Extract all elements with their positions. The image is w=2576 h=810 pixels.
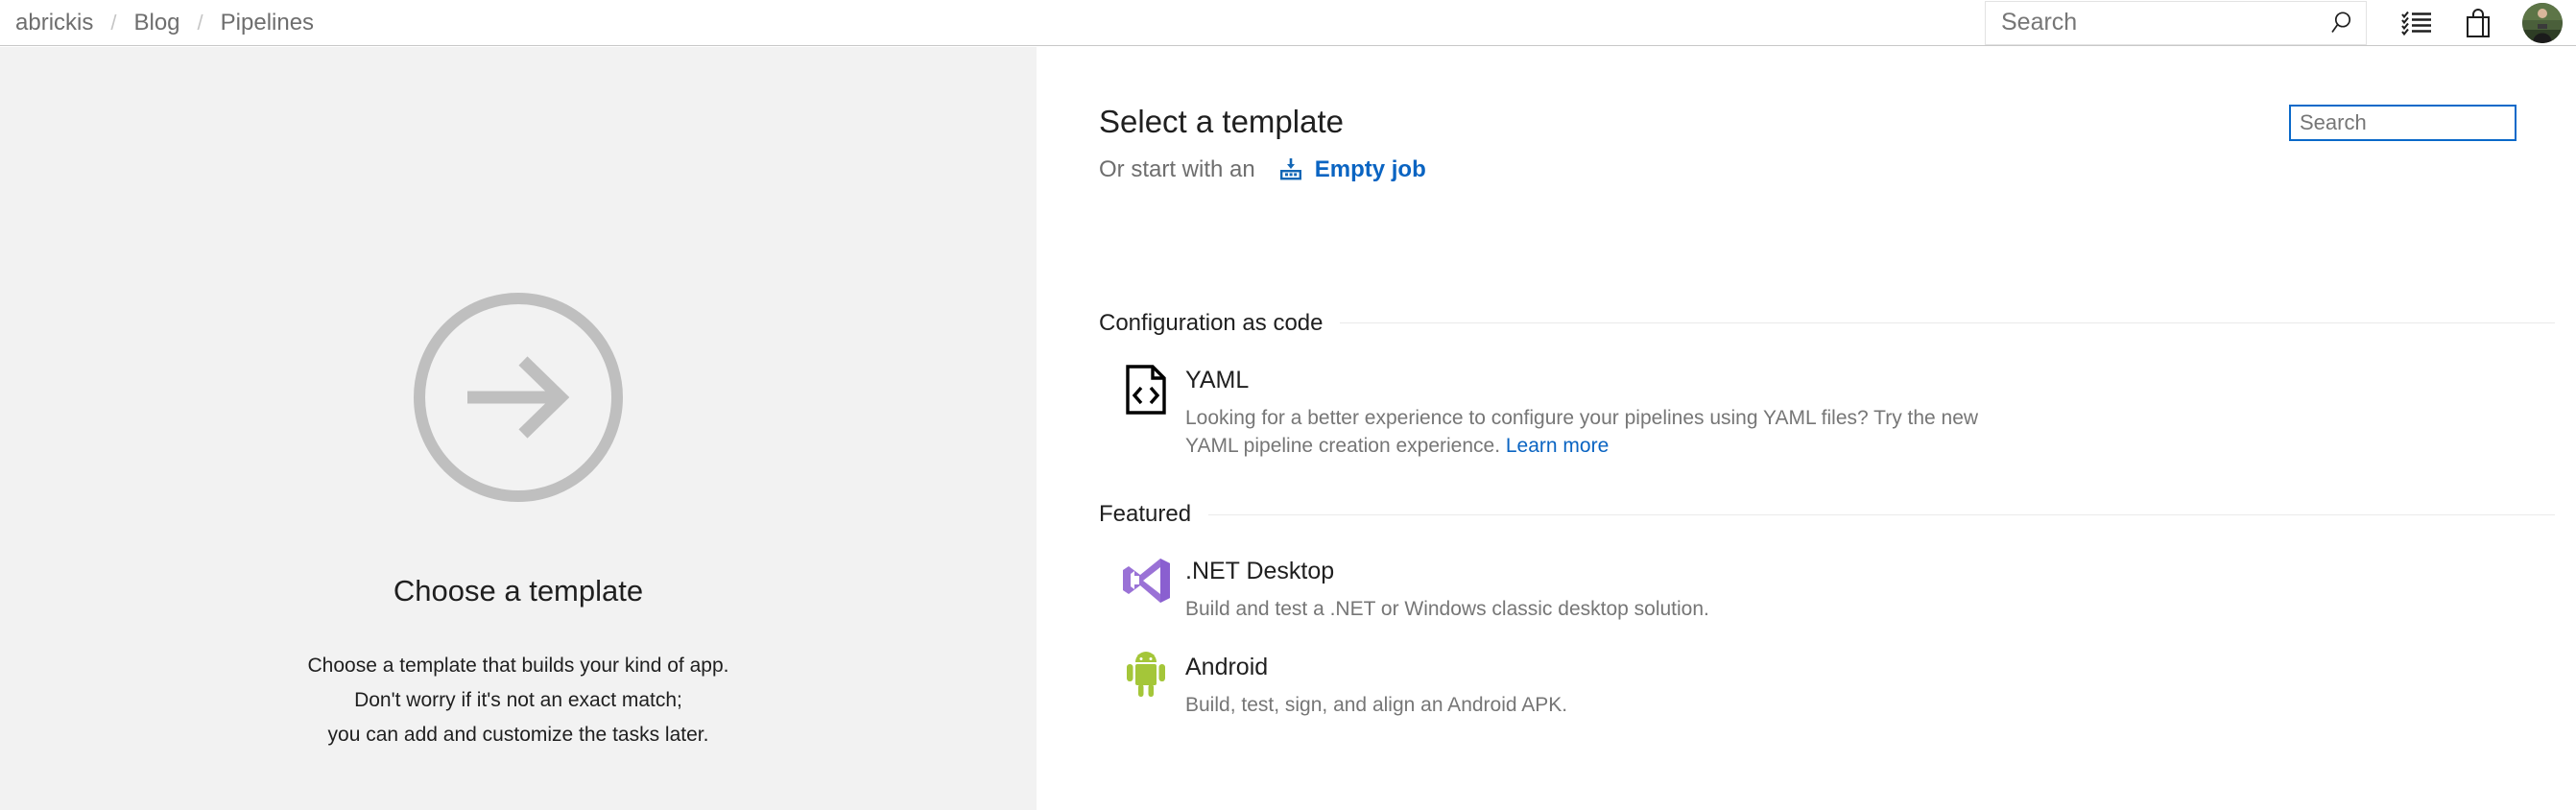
shopping-bag-icon[interactable]: [2451, 0, 2505, 46]
section-divider: [1208, 513, 2555, 515]
template-picker-panel: Select a template Or start with an Empty…: [1038, 47, 2576, 810]
section-label: Configuration as code: [1099, 309, 1324, 336]
template-search-input[interactable]: [2291, 107, 2515, 139]
breadcrumb-item-project[interactable]: Blog: [133, 11, 179, 35]
breadcrumb-item-organization[interactable]: abrickis: [15, 11, 93, 35]
template-description: Build and test a .NET or Windows classic…: [1185, 598, 1709, 621]
preview-description-line: Don't worry if it's not an exact match;: [354, 689, 682, 712]
section-header: Featured: [1099, 501, 2555, 528]
template-name: .NET Desktop: [1185, 558, 1335, 585]
android-icon: [1120, 651, 1172, 703]
user-avatar[interactable]: [2522, 2, 2563, 43]
template-preview-panel: Choose a template Choose a template that…: [0, 47, 1037, 810]
template-description: Looking for a better experience to confi…: [1185, 404, 1996, 462]
preview-title: Choose a template: [393, 574, 644, 608]
breadcrumb: abrickis / Blog / Pipelines: [0, 0, 314, 45]
breadcrumb-item-pipelines[interactable]: Pipelines: [221, 11, 314, 35]
global-search-input[interactable]: [1986, 1, 2366, 44]
checklist-icon[interactable]: [2390, 0, 2444, 46]
empty-job-prefix-label: Or start with an: [1099, 155, 1255, 182]
empty-job-icon: [1278, 157, 1303, 182]
learn-more-link[interactable]: Learn more: [1506, 435, 1609, 457]
preview-description-line: you can add and customize the tasks late…: [327, 724, 709, 747]
template-name: Android: [1185, 654, 1269, 681]
header-actions: [1985, 0, 2576, 45]
app-header: abrickis / Blog / Pipelines: [0, 0, 2576, 46]
global-search-box[interactable]: [1985, 0, 2367, 45]
template-description: Build, test, sign, and align an Android …: [1185, 694, 1568, 717]
template-item-net-desktop[interactable]: .NET Desktop Build and test a .NET or Wi…: [1099, 528, 2555, 624]
preview-description: Choose a template that builds your kind …: [0, 649, 1037, 752]
section-header: Configuration as code: [1099, 310, 2555, 337]
template-search-box[interactable]: [2289, 105, 2516, 141]
yaml-file-code-icon: [1120, 364, 1172, 416]
visual-studio-icon: [1120, 555, 1172, 607]
section-label: Featured: [1099, 501, 1192, 528]
empty-job-link[interactable]: Empty job: [1315, 156, 1426, 183]
section-featured: Featured .NET Desktop Build and test a .…: [1038, 501, 2576, 720]
empty-job-row: Or start with an Empty job: [1099, 156, 2576, 183]
arrow-right-circle-icon: [408, 287, 629, 508]
breadcrumb-separator: /: [197, 10, 203, 35]
template-item-android[interactable]: Android Build, test, sign, and align an …: [1099, 624, 2555, 720]
template-item-yaml[interactable]: YAML Looking for a better experience to …: [1099, 337, 2555, 462]
breadcrumb-separator: /: [110, 10, 117, 35]
template-picker-header: Select a template Or start with an Empty…: [1038, 47, 2576, 183]
preview-description-line: Choose a template that builds your kind …: [307, 655, 729, 678]
section-divider: [1340, 322, 2555, 324]
section-configuration-as-code: Configuration as code YAML Looking for a…: [1038, 310, 2576, 462]
template-name: YAML: [1185, 366, 1250, 393]
